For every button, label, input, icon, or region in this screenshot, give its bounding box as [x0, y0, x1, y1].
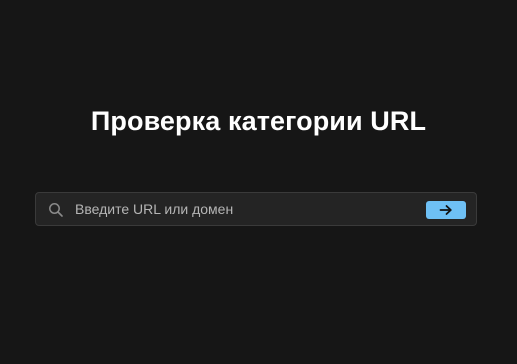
page-container: Проверка категории URL [0, 0, 517, 364]
arrow-right-icon [439, 204, 453, 216]
submit-button[interactable] [426, 201, 466, 219]
url-search-input[interactable] [75, 193, 415, 225]
search-icon [48, 202, 64, 218]
page-title: Проверка категории URL [90, 106, 427, 136]
search-bar [35, 192, 477, 226]
